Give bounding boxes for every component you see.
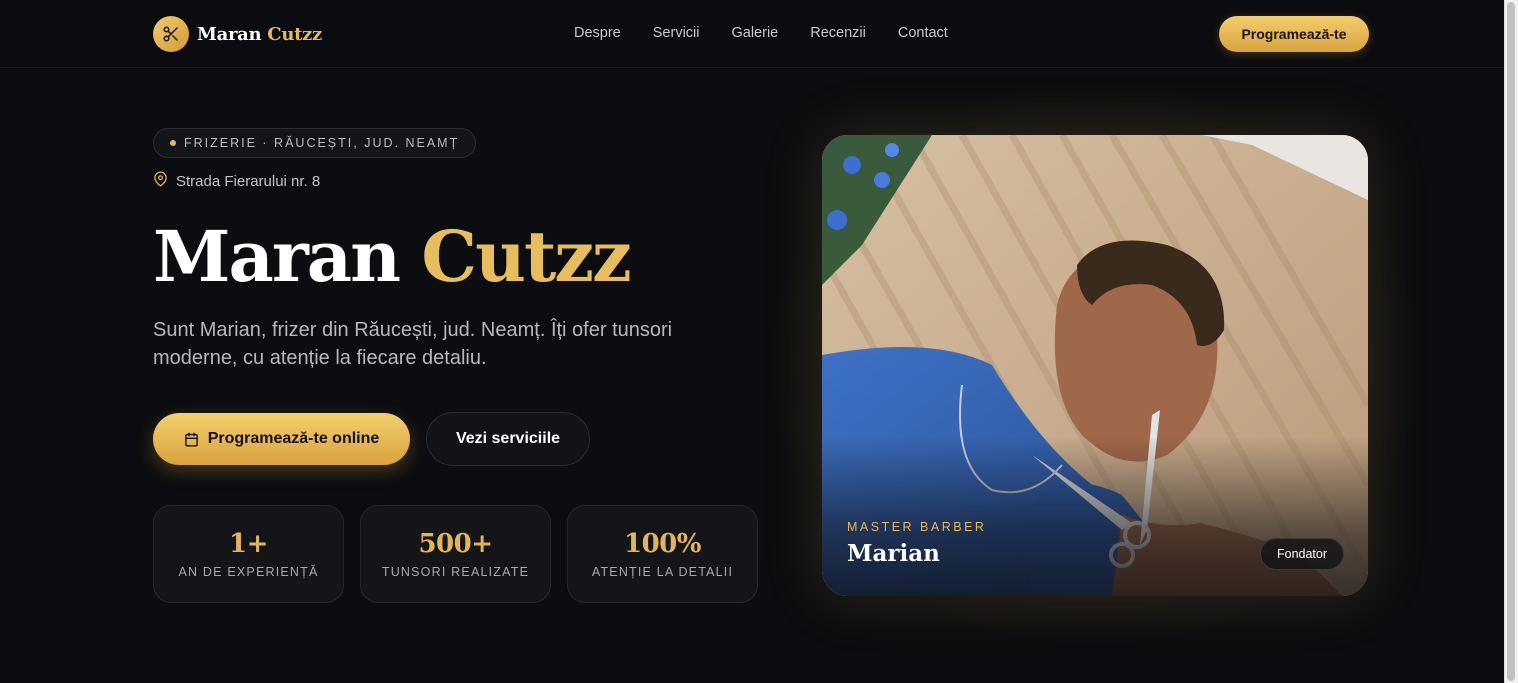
scrollbar-thumb[interactable]: [1507, 2, 1515, 681]
logo[interactable]: Maran Cutzz: [153, 16, 322, 52]
calendar-icon: [184, 432, 199, 447]
barber-name: Marian: [847, 540, 940, 567]
nav-servicii[interactable]: Servicii: [653, 25, 700, 41]
scissors-icon: [153, 16, 189, 52]
barber-photo-card: MASTER BARBER Marian Fondator: [822, 135, 1368, 596]
address-text: Strada Fierarului nr. 8: [176, 173, 321, 190]
stat-label: ATENȚIE LA DETALII: [591, 565, 734, 579]
stat-value: 100%: [624, 529, 701, 559]
brand-name-second: Cutzz: [267, 23, 322, 45]
pill-text: FRIZERIE · RĂUCEȘTI, JUD. NEAMȚ: [184, 136, 460, 150]
location-pill: FRIZERIE · RĂUCEȘTI, JUD. NEAMȚ: [153, 128, 476, 158]
view-services-button[interactable]: Vezi serviciile: [426, 412, 590, 466]
stat-value: 1+: [229, 529, 268, 559]
book-online-label: Programează-te online: [207, 430, 380, 447]
founder-badge: Fondator: [1260, 538, 1344, 570]
map-pin-icon: [153, 171, 168, 192]
nav-galerie[interactable]: Galerie: [731, 25, 778, 41]
photo-overlay: [822, 436, 1368, 596]
barber-role: MASTER BARBER: [847, 520, 987, 534]
stat-haircuts: 500+ TUNSORI REALIZATE: [360, 505, 551, 603]
stat-experience: 1+ AN DE EXPERIENȚĂ: [153, 505, 344, 603]
nav-despre[interactable]: Despre: [574, 25, 621, 41]
pill-dot: [170, 140, 176, 146]
brand-name: Maran Cutzz: [197, 24, 322, 45]
main-nav: Despre Servicii Galerie Recenzii Contact: [574, 25, 948, 41]
nav-recenzii[interactable]: Recenzii: [810, 25, 866, 41]
hero-title-second: Cutzz: [421, 215, 631, 298]
stat-label: TUNSORI REALIZATE: [381, 565, 530, 579]
hero-description: Sunt Marian, frizer din Răucești, jud. N…: [153, 319, 673, 369]
stat-attention: 100% ATENȚIE LA DETALII: [567, 505, 758, 603]
hero-title-first: Maran: [153, 215, 401, 298]
stat-value: 500+: [418, 529, 493, 559]
scrollbar[interactable]: [1504, 0, 1518, 683]
header-booking-button[interactable]: Programează-te: [1219, 16, 1369, 52]
site-header: Maran Cutzz Despre Servicii Galerie Rece…: [0, 0, 1504, 68]
brand-name-first: Maran: [197, 23, 262, 45]
stat-label: AN DE EXPERIENȚĂ: [178, 565, 319, 579]
nav-contact[interactable]: Contact: [898, 25, 948, 41]
hero-title: Maran Cutzz: [153, 214, 632, 300]
address: Strada Fierarului nr. 8: [153, 171, 320, 192]
book-online-button[interactable]: Programează-te online: [153, 413, 410, 465]
